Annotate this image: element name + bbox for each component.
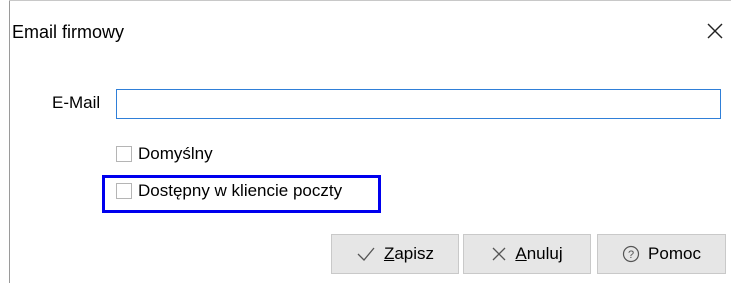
email-input[interactable]	[116, 89, 721, 119]
default-checkbox[interactable]	[116, 146, 132, 162]
check-icon	[356, 246, 376, 262]
save-label: Zapisz	[383, 244, 435, 263]
dialog-title: Email firmowy	[12, 22, 125, 42]
close-button[interactable]	[700, 16, 730, 46]
help-button[interactable]: ? Pomoc	[597, 234, 726, 274]
dialog-left-border	[9, 0, 10, 283]
cancel-label: Anuluj	[515, 244, 563, 263]
save-button[interactable]: Zapisz	[331, 234, 459, 274]
help-label: Pomoc	[648, 244, 701, 263]
x-icon	[491, 246, 507, 262]
cancel-button[interactable]: Anuluj	[463, 234, 591, 274]
question-circle-icon: ?	[622, 245, 640, 263]
dialog-top-border	[9, 0, 731, 1]
svg-text:?: ?	[628, 249, 634, 261]
highlight-box	[102, 175, 381, 213]
close-icon	[707, 23, 723, 39]
email-label: E-Mail	[52, 93, 101, 112]
default-checkbox-row[interactable]: Domyślny	[116, 144, 213, 164]
email-dialog: Email firmowy E-Mail Domyślny Dostępny w…	[0, 0, 731, 283]
default-checkbox-label: Domyślny	[138, 144, 213, 163]
